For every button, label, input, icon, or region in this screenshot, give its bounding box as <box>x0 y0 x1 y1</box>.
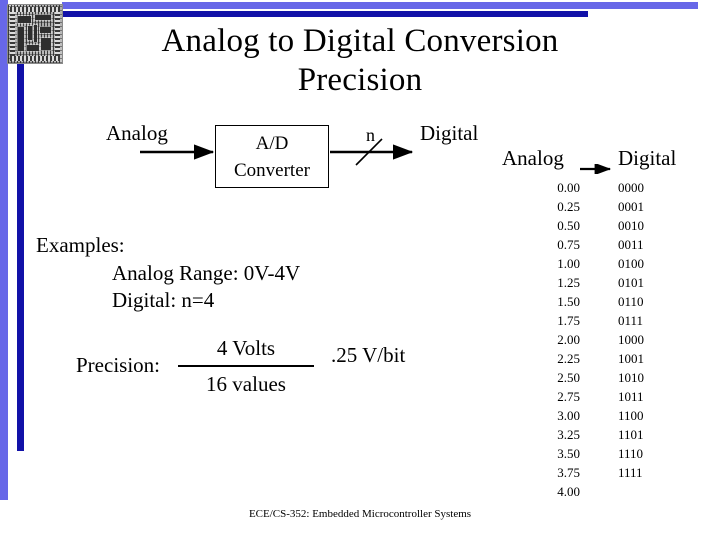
table-cell-digital: 1111 <box>618 465 643 480</box>
logo-pad-col-right <box>55 12 60 56</box>
ad-converter-block-line-2: Converter <box>234 160 310 181</box>
logo-component-8 <box>27 45 39 51</box>
table-cell-analog: 1.75 <box>557 313 580 328</box>
table-cell-analog: 0.75 <box>557 237 580 252</box>
precision-fraction: 4 Volts 16 values <box>178 335 314 398</box>
precision-label: Precision: <box>76 353 160 377</box>
table-cell-digital: 1011 <box>618 389 644 404</box>
decorative-left-bar-light <box>0 0 8 500</box>
logo-pad-row-top <box>10 7 60 12</box>
precision-fraction-bar <box>178 365 314 367</box>
table-cell-analog: 1.25 <box>557 275 580 290</box>
logo-component-2 <box>35 15 51 20</box>
logo-component-4 <box>28 26 32 40</box>
logo-pad-col-left <box>10 12 15 56</box>
examples-heading: Examples: <box>36 233 125 257</box>
table-cell-digital: 0101 <box>618 275 644 290</box>
table-row: 1.25 0101 <box>498 273 698 292</box>
diagram-output-label: Digital <box>420 121 479 145</box>
page-title-line-2: Precision <box>297 62 423 98</box>
table-row: 0.75 0011 <box>498 235 698 254</box>
table-cell-digital: 1101 <box>618 427 644 442</box>
table-cell-digital: 0011 <box>618 237 644 252</box>
table-cell-analog: 1.00 <box>557 256 580 271</box>
table-row: 1.50 0110 <box>498 292 698 311</box>
table-row: 3.00 1100 <box>498 406 698 425</box>
examples-digital-bits: Digital: n=4 <box>112 288 215 312</box>
table-row: 2.50 1010 <box>498 368 698 387</box>
logo-pad-row-bottom <box>10 56 60 61</box>
table-cell-digital: 1100 <box>618 408 644 423</box>
table-cell-analog: 2.25 <box>557 351 580 366</box>
table-cell-analog: 1.50 <box>557 294 580 309</box>
table-cell-digital: 0001 <box>618 199 644 214</box>
table-cell-analog: 3.25 <box>557 427 580 442</box>
table-cell-analog: 3.00 <box>557 408 580 423</box>
logo-component-6 <box>40 27 51 33</box>
decorative-left-bar-dark <box>17 11 24 451</box>
table-row: 0.25 0001 <box>498 197 698 216</box>
logo-component-7 <box>41 38 51 50</box>
table-row: 3.25 1101 <box>498 425 698 444</box>
table-cell-analog: 2.00 <box>557 332 580 347</box>
table-cell-analog: 0.25 <box>557 199 580 214</box>
table-row: 0.00 0000 <box>498 178 698 197</box>
conversion-table: Analog Digital 0.00 0000 0.25 0001 0.50 0010 0… <box>498 146 698 501</box>
precision-result: .25 V/bit <box>331 343 406 367</box>
page-title: Analog to Digital Conversion Precision <box>80 22 640 100</box>
slide-footer: ECE/CS-352: Embedded Microcontroller Sys… <box>248 508 472 520</box>
table-row: 2.25 1001 <box>498 349 698 368</box>
examples-analog-range: Analog Range: 0V-4V <box>112 261 301 285</box>
diagram-bus-width-label: n <box>366 125 375 145</box>
table-cell-digital: 0000 <box>618 180 644 195</box>
table-cell-digital: 0010 <box>618 218 644 233</box>
logo-component-5 <box>34 25 37 42</box>
table-cell-analog: 2.75 <box>557 389 580 404</box>
circuit-board-logo-icon <box>7 4 63 64</box>
table-cell-analog: 0.00 <box>557 180 580 195</box>
table-cell-analog: 4.00 <box>557 484 580 499</box>
table-row: 4.00 <box>498 482 698 501</box>
precision-denominator: 16 values <box>206 371 286 396</box>
table-cell-digital: 1001 <box>618 351 644 366</box>
table-cell-analog: 3.75 <box>557 465 580 480</box>
table-row: 3.50 1110 <box>498 444 698 463</box>
page-title-line-1: Analog to Digital Conversion <box>161 23 559 59</box>
table-header-arrow-icon <box>580 155 614 176</box>
slide-canvas: Analog to Digital Conversion Precision A… <box>0 0 720 540</box>
diagram-input-label: Analog <box>106 121 168 145</box>
precision-numerator: 4 Volts <box>216 336 276 360</box>
table-cell-digital: 1110 <box>618 446 644 461</box>
table-row: 1.75 0111 <box>498 311 698 330</box>
table-cell-analog: 0.50 <box>557 218 580 233</box>
table-header-digital: Digital <box>618 146 677 170</box>
table-header-analog: Analog <box>502 146 564 170</box>
ad-converter-block: A/D Converter <box>215 125 329 188</box>
decorative-top-bar-light <box>62 2 698 9</box>
table-cell-analog: 2.50 <box>557 370 580 385</box>
conversion-table-rows: 0.00 0000 0.25 0001 0.50 0010 0.75 0011 1.00 0100… <box>498 178 698 501</box>
table-cell-digital: 0100 <box>618 256 644 271</box>
table-cell-digital: 0111 <box>618 313 644 328</box>
logo-component-3 <box>18 27 24 51</box>
table-cell-digital: 1010 <box>618 370 644 385</box>
logo-component-1 <box>18 16 31 23</box>
conversion-table-header: Analog Digital <box>498 146 698 176</box>
table-row: 0.50 0010 <box>498 216 698 235</box>
table-cell-analog: 3.50 <box>557 446 580 461</box>
table-row: 2.75 1011 <box>498 387 698 406</box>
table-row: 3.75 1111 <box>498 463 698 482</box>
decorative-top-bar-dark <box>60 11 588 17</box>
table-row: 2.00 1000 <box>498 330 698 349</box>
table-cell-digital: 0110 <box>618 294 644 309</box>
ad-converter-block-line-1: A/D <box>255 133 289 154</box>
table-row: 1.00 0100 <box>498 254 698 273</box>
table-cell-digital: 1000 <box>618 332 644 347</box>
